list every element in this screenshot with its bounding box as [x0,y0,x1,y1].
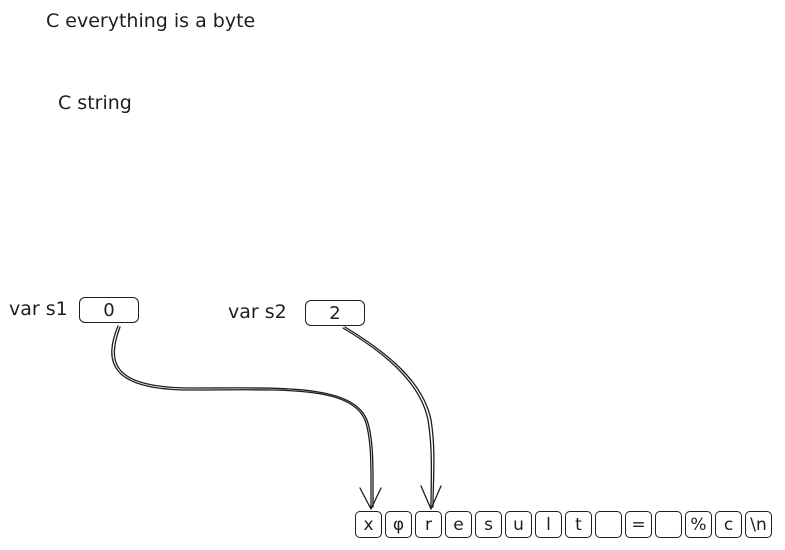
byte-cell [655,511,682,538]
byte-cell: = [625,511,652,538]
byte-cell: c [715,511,742,538]
s1-pointer-arrow [111,325,372,509]
byte-cell: u [505,511,532,538]
s1-pointer-arrow-shadow [113,326,374,508]
byte-cell: s [475,511,502,538]
byte-cell: x [355,511,382,538]
byte-cell: φ [385,511,412,538]
pointer-arrows [111,325,442,510]
byte-cell: r [415,511,442,538]
byte-cell: % [685,511,712,538]
s2-pointer-arrow-shadow [344,326,435,508]
byte-cell [595,511,622,538]
diagram-canvas: C everything is a byte C string var s1 0… [0,0,785,550]
s2-pointer-arrow [342,327,433,509]
byte-cell: e [445,511,472,538]
byte-cell: l [535,511,562,538]
byte-cell: \n [745,511,772,538]
byte-cell: t [565,511,592,538]
